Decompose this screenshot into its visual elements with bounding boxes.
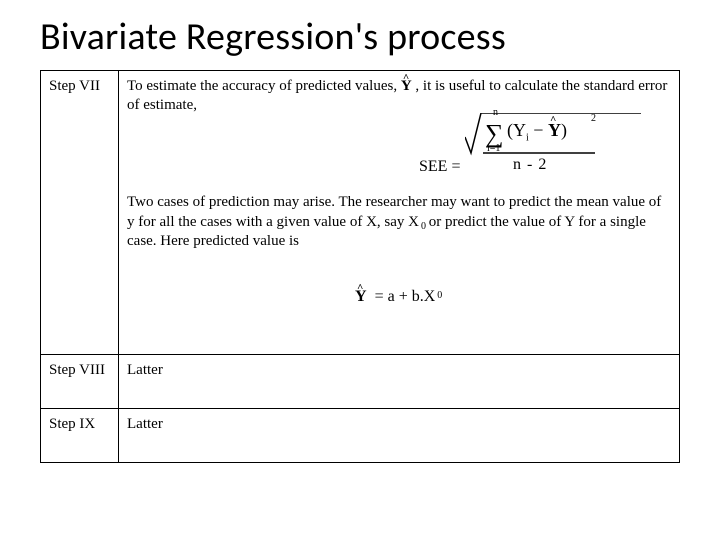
text: To estimate the accuracy of predicted va…	[127, 78, 401, 94]
table-row: Step IX Latter	[41, 409, 680, 463]
table-row: Step VIII Latter	[41, 355, 680, 409]
hat-icon: ^	[357, 281, 363, 295]
see-label: SEE =	[419, 157, 460, 177]
text: (Y	[507, 120, 526, 140]
para-1: To estimate the accuracy of predicted va…	[127, 77, 671, 115]
step-label: Step VIII	[41, 355, 119, 409]
sigma-lower: i=1	[487, 143, 500, 156]
step-body: To estimate the accuracy of predicted va…	[119, 71, 680, 355]
yhat-symbol: ^ Y	[401, 77, 412, 96]
step-body: Latter	[119, 409, 680, 463]
sub-zero: 0	[437, 290, 442, 303]
radical-group: n ∑ i=1 (Yi − ^Y) 2 n - 2	[465, 113, 643, 191]
slide: Bivariate Regression's process Step VII …	[0, 0, 720, 540]
yhat-equation: ^ Y = a + b.X0	[355, 287, 441, 307]
text: X	[408, 214, 419, 230]
table-row: Step VII To estimate the accuracy of pre…	[41, 71, 680, 355]
text: = a + b.X	[375, 288, 436, 305]
sum-term: (Yi − ^Y)	[507, 119, 567, 145]
text: −	[529, 120, 548, 140]
page-title: Bivariate Regression's process	[40, 14, 680, 60]
para-2: Two cases of prediction may arise. The r…	[127, 193, 671, 251]
step-label: Step IX	[41, 409, 119, 463]
yhat-symbol: ^ Y	[355, 287, 367, 307]
see-equation: SEE = n ∑ i=1 (Yi − ^Y) 2 n - 2	[419, 113, 649, 191]
hat-icon: ^	[550, 113, 556, 127]
step-body: Latter	[119, 355, 680, 409]
yhat-symbol: ^Y	[548, 119, 561, 142]
sub-zero: 0	[421, 221, 426, 234]
x0-symbol: X0	[408, 213, 425, 232]
step-label: Step VII	[41, 71, 119, 355]
denominator: n - 2	[513, 155, 547, 175]
hat-icon: ^	[403, 71, 409, 85]
text: )	[561, 120, 567, 140]
steps-table: Step VII To estimate the accuracy of pre…	[40, 70, 680, 463]
square-exponent: 2	[591, 113, 596, 126]
